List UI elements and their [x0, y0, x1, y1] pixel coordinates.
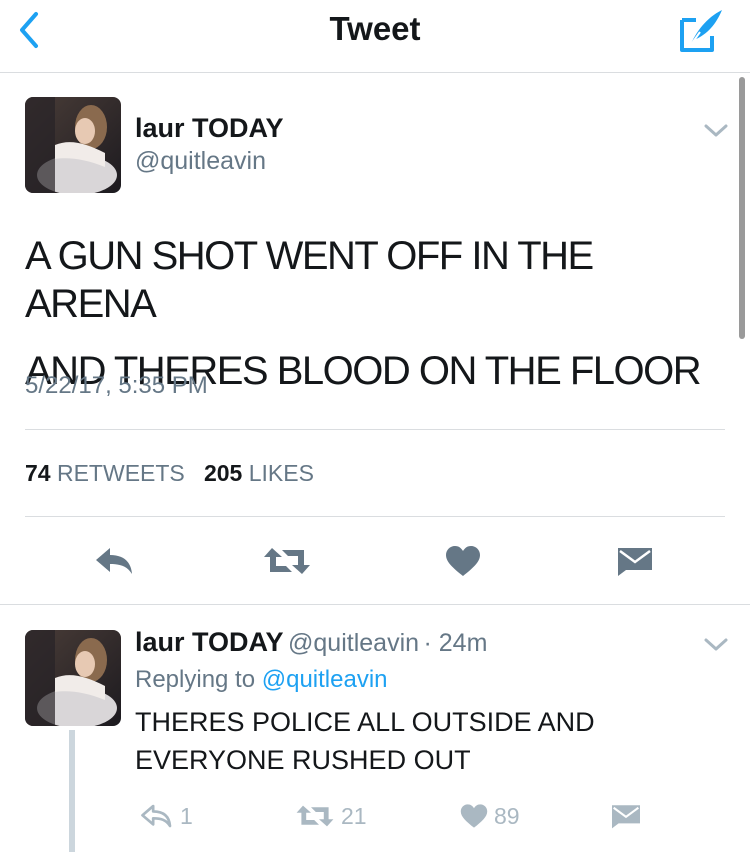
reply-button[interactable] — [90, 538, 140, 584]
retweet-icon — [264, 548, 310, 574]
divider — [25, 429, 725, 430]
scrollbar[interactable] — [739, 77, 745, 339]
reply-options-button[interactable] — [703, 636, 729, 654]
tweet-options-button[interactable] — [703, 122, 729, 140]
reply-avatar[interactable] — [25, 630, 121, 726]
retweets-stat[interactable]: 74 RETWEETS — [25, 460, 185, 486]
tweet-stats: 74 RETWEETS 205 LIKES — [25, 460, 314, 487]
reply-count: 1 — [180, 802, 193, 829]
likes-label: LIKES — [248, 460, 314, 486]
reply-time: · 24m — [423, 629, 488, 657]
heart-icon — [446, 546, 480, 576]
retweets-label: RETWEETS — [56, 460, 185, 486]
compose-button[interactable] — [676, 6, 726, 54]
replying-to: Replying to @quitleavin — [135, 666, 388, 694]
reply-text: THERES POLICE ALL OUTSIDE AND EVERYONE R… — [135, 703, 725, 779]
compose-quill-icon — [680, 10, 722, 52]
display-name[interactable]: laur TODAY — [135, 113, 284, 144]
likes-stat[interactable]: 205 LIKES — [204, 460, 314, 486]
heart-icon — [460, 804, 488, 828]
reply-icon — [96, 548, 132, 574]
reply-reply-button[interactable]: 1 — [140, 798, 193, 834]
chevron-down-icon — [704, 124, 728, 137]
replying-to-handle[interactable]: @quitleavin — [262, 666, 388, 693]
tweet-text: A GUN SHOT WENT OFF IN THE ARENA AND THE… — [25, 232, 725, 395]
dm-envelope-icon — [612, 805, 640, 829]
retweet-icon — [296, 805, 334, 827]
reply-icon — [141, 804, 172, 828]
avatar[interactable] — [25, 97, 121, 193]
profile-photo — [25, 97, 121, 193]
replying-to-prefix: Replying to — [135, 666, 256, 693]
user-handle[interactable]: @quitleavin — [135, 147, 266, 176]
divider — [25, 516, 725, 517]
page-title: Tweet — [329, 10, 421, 47]
reply-display-name[interactable]: laur TODAY — [135, 627, 284, 657]
nav-bar: Tweet — [0, 0, 750, 73]
likes-count: 205 — [203, 460, 243, 486]
reply-user-handle[interactable]: @quitleavin — [288, 629, 419, 657]
reply-text-line: EVERYONE RUSHED OUT — [135, 745, 471, 775]
retweets-count: 74 — [25, 460, 51, 486]
reply-header: laur TODAY @quitleavin · 24m — [135, 627, 487, 658]
like-button[interactable] — [438, 538, 488, 584]
reply-retweet-button[interactable]: 21 — [295, 798, 367, 834]
thread-line — [69, 730, 75, 852]
tweet-text-line: A GUN SHOT WENT OFF IN THE ARENA — [25, 234, 594, 326]
reply-dm-button[interactable] — [610, 798, 642, 834]
tweet-timestamp: 5/22/17, 5:35 PM — [25, 372, 208, 399]
direct-message-button[interactable] — [610, 538, 660, 584]
reply-text-line: THERES POLICE ALL OUTSIDE AND — [135, 707, 595, 737]
profile-photo — [25, 630, 121, 726]
retweet-count: 21 — [341, 802, 367, 829]
like-count: 89 — [494, 802, 520, 829]
retweet-button[interactable] — [257, 538, 317, 584]
chevron-down-icon — [704, 638, 728, 651]
reply-like-button[interactable]: 89 — [460, 798, 520, 834]
dm-envelope-icon — [618, 548, 652, 576]
divider — [0, 604, 750, 605]
